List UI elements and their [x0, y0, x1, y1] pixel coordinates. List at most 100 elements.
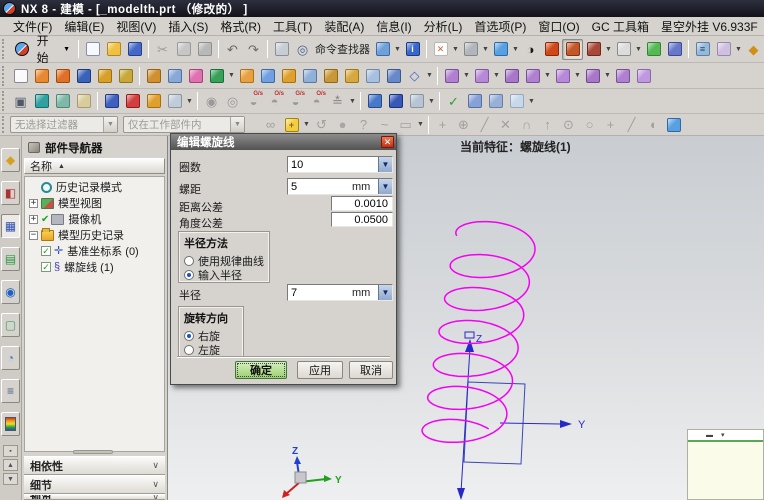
sync-replace-button[interactable]	[522, 65, 543, 86]
chevron-down-icon[interactable]: ▼	[634, 39, 643, 60]
menu-information[interactable]: 信息(I)	[370, 16, 417, 37]
tree-helix[interactable]: ✓ § 螺旋线 (1)	[25, 259, 164, 275]
radius-value[interactable]: 7	[288, 287, 352, 299]
shell-button[interactable]	[320, 65, 341, 86]
selection-filter-dropdown[interactable]: 无选择过滤器 ▼	[10, 116, 118, 133]
chevron-down-icon[interactable]: ▼	[543, 65, 552, 86]
csys-display-button[interactable]	[506, 91, 527, 112]
angle-tolerance-input[interactable]: 0.0500	[331, 212, 393, 227]
assembly-navigator-tab[interactable]: ◆	[1, 148, 20, 172]
window-layout-button[interactable]: ✕	[430, 39, 451, 60]
constraint-gs1-button[interactable]: ◒ G/s	[243, 91, 264, 112]
radio-enter-radius[interactable]: 输入半径	[184, 268, 264, 282]
tree-model-views[interactable]: + 模型视图	[25, 195, 164, 211]
snapshot-button[interactable]	[664, 39, 685, 60]
examine-geometry-button[interactable]: ✓	[443, 91, 464, 112]
tree-datum-csys[interactable]: ✓ ✛ 基准坐标系 (0)	[25, 243, 164, 259]
chevron-down-icon[interactable]: ▼	[425, 65, 434, 86]
command-finder-button[interactable]: ◎	[292, 39, 313, 60]
snap-tangent-button[interactable]: ╱	[621, 114, 642, 135]
radio-left-hand[interactable]: 左旋	[184, 343, 238, 357]
constraint-gs2-button[interactable]: ◒ G/s	[285, 91, 306, 112]
trim-body-button[interactable]	[257, 65, 278, 86]
menu-preferences[interactable]: 首选项(P)	[468, 16, 532, 37]
pitch-input[interactable]: 5 mm ▼	[287, 178, 393, 195]
system-scenes-tab[interactable]: ◔	[1, 346, 20, 370]
part-navigator-tab[interactable]: ▦	[1, 214, 20, 238]
facet-view-button[interactable]	[583, 39, 604, 60]
chevron-down-icon[interactable]: ▼	[481, 39, 490, 60]
title-bar[interactable]: NX 8 - 建模 - [_modelth.prt （修改的） ]	[0, 0, 764, 17]
preview-panel[interactable]: 预览 ∨	[24, 494, 165, 500]
apply-button[interactable]: 应用	[297, 361, 343, 379]
toolbar-drag-handle[interactable]	[2, 65, 7, 86]
render-style-button[interactable]: ◑	[520, 39, 541, 60]
chevron-down-icon[interactable]: ▼	[378, 179, 392, 194]
shaded-view-button[interactable]	[490, 39, 511, 60]
rail-scroll-up[interactable]: ▲	[3, 459, 18, 471]
wireframe-button[interactable]	[562, 38, 583, 60]
reuse-library-tab[interactable]: ▤	[1, 247, 20, 271]
fit-view-button[interactable]: ▣	[10, 91, 31, 112]
z-axis-handle[interactable]	[464, 331, 475, 339]
chevron-down-icon[interactable]: ▼	[462, 65, 471, 86]
panel-splitter-handle[interactable]	[72, 450, 113, 454]
tree-cameras[interactable]: + ✔ 摄像机	[25, 211, 164, 227]
radio-right-hand[interactable]: 右旋	[184, 329, 238, 343]
chevron-down-icon[interactable]: ▼	[604, 39, 613, 60]
turns-value[interactable]: 10	[288, 159, 352, 171]
snap-midpoint-button[interactable]: ✕	[495, 114, 516, 135]
chevron-down-icon[interactable]: ▼	[378, 285, 392, 300]
cylinder-button[interactable]	[364, 91, 385, 112]
chevron-down-icon[interactable]: ▼	[511, 39, 520, 60]
menu-gc-toolbox[interactable]: GC 工具箱	[586, 16, 655, 37]
snap-arrow-button[interactable]: ↑	[537, 114, 558, 135]
open-button[interactable]	[103, 39, 124, 60]
constraint-os2-button[interactable]: ◓ O/s	[306, 91, 327, 112]
new-button[interactable]	[82, 39, 103, 60]
snap-endpoint-button[interactable]: ╱	[474, 114, 495, 135]
shaded-select-button[interactable]: ●	[332, 114, 353, 135]
chevron-down-icon[interactable]: ▼	[427, 91, 436, 112]
checkbox-checked-icon[interactable]: ✓	[41, 262, 51, 272]
extrude-button[interactable]	[31, 65, 52, 86]
ok-button[interactable]: 确定	[235, 361, 287, 379]
radius-input[interactable]: 7 mm ▼	[287, 284, 393, 301]
web-browser-tab[interactable]: ◉	[1, 280, 20, 304]
menu-analysis[interactable]: 分析(L)	[418, 16, 469, 37]
snap-intersection-button[interactable]: +	[600, 114, 621, 135]
sync-resize-button[interactable]	[552, 65, 573, 86]
animation-button[interactable]	[164, 91, 185, 112]
cancel-button[interactable]: 取消	[349, 361, 393, 379]
wcs-cube-button[interactable]	[663, 114, 684, 135]
radio-icon[interactable]	[184, 256, 194, 266]
menu-star-plugin[interactable]: 星空外挂 V6.933F	[655, 16, 764, 37]
materials-tab[interactable]	[1, 412, 20, 436]
customize-button[interactable]	[372, 39, 393, 60]
move-object-button[interactable]	[101, 91, 122, 112]
radio-selected-icon[interactable]	[184, 331, 194, 341]
revolve-button[interactable]	[52, 65, 73, 86]
snap-move-button[interactable]: +	[432, 114, 453, 135]
snap-curve-button[interactable]: ∩	[516, 114, 537, 135]
highlight-button[interactable]: +	[281, 114, 302, 135]
shaded-edges-button[interactable]	[541, 39, 562, 60]
undo-button[interactable]: ↶	[222, 39, 243, 60]
collapse-icon[interactable]: −	[29, 230, 38, 240]
spreadsheet-button[interactable]	[485, 91, 506, 112]
layer-settings-button[interactable]	[31, 91, 52, 112]
pocket-button[interactable]	[115, 65, 136, 86]
menu-view[interactable]: 视图(V)	[110, 16, 162, 37]
menu-assemblies[interactable]: 装配(A)	[318, 16, 370, 37]
general-selection-button[interactable]: ∞	[260, 114, 281, 135]
pitch-value[interactable]: 5	[288, 181, 352, 193]
bend-button[interactable]	[278, 65, 299, 86]
chevron-down-icon[interactable]: ▼	[603, 65, 612, 86]
pyramid-button[interactable]	[383, 65, 404, 86]
datum-plane-button[interactable]	[164, 65, 185, 86]
menu-tools[interactable]: 工具(T)	[267, 16, 318, 37]
rail-scroll-down[interactable]: ▼	[3, 473, 18, 485]
lasso-button[interactable]: ↺	[311, 114, 332, 135]
sync-pull-face-button[interactable]	[471, 65, 492, 86]
paste-button[interactable]	[194, 39, 215, 60]
